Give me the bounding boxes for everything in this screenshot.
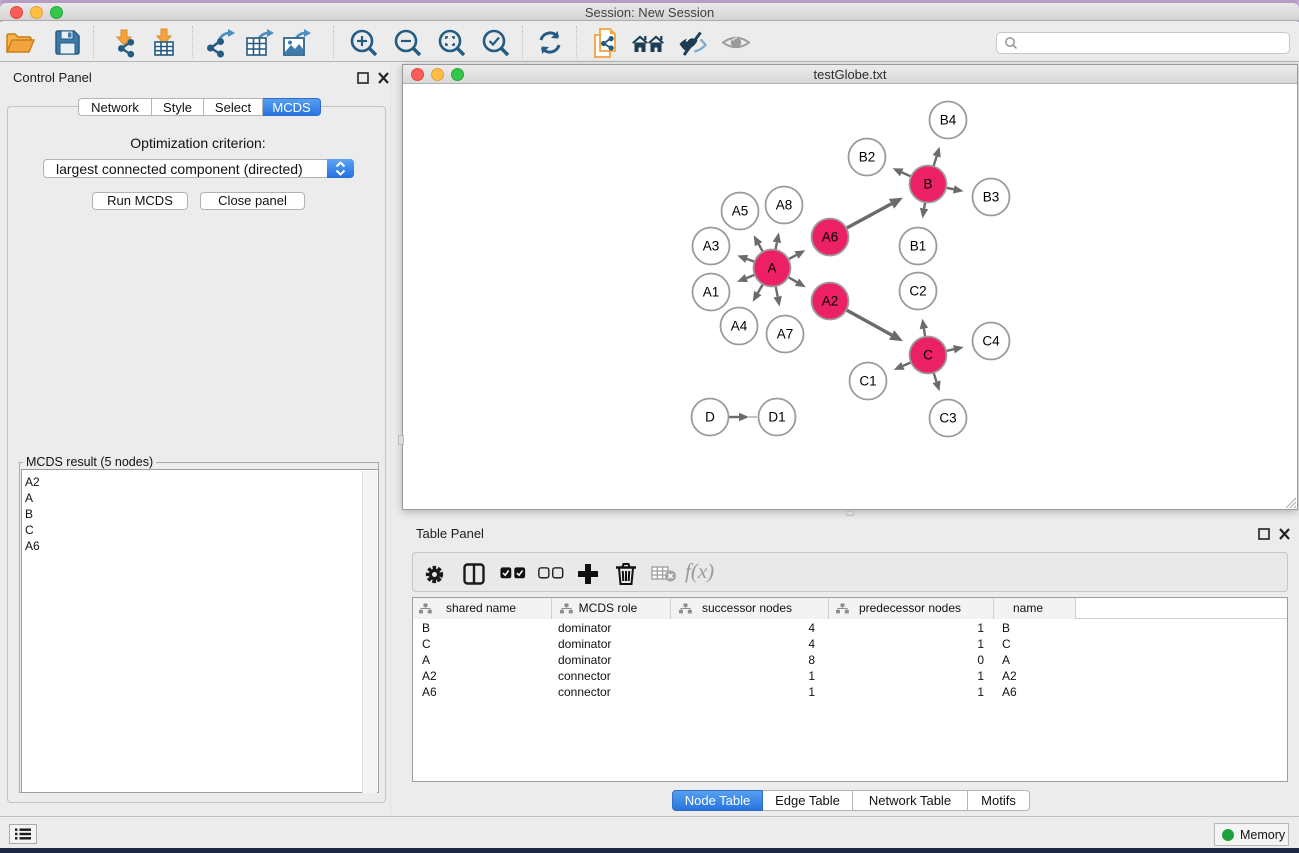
svg-text:C4: C4 (982, 334, 1000, 349)
svg-text:D1: D1 (768, 410, 785, 425)
svg-text:A: A (767, 261, 776, 276)
svg-text:B1: B1 (910, 239, 927, 254)
svg-text:B2: B2 (859, 150, 876, 165)
svg-text:C: C (923, 348, 933, 363)
svg-text:A2: A2 (822, 294, 839, 309)
svg-text:B: B (923, 177, 932, 192)
svg-text:A4: A4 (731, 319, 748, 334)
svg-text:D: D (705, 410, 715, 425)
svg-text:A3: A3 (703, 239, 720, 254)
svg-text:C1: C1 (859, 374, 876, 389)
svg-text:A8: A8 (776, 198, 793, 213)
svg-text:B3: B3 (983, 190, 1000, 205)
svg-text:A6: A6 (822, 230, 839, 245)
svg-text:A5: A5 (732, 204, 749, 219)
svg-text:A7: A7 (777, 327, 794, 342)
svg-text:C2: C2 (909, 284, 926, 299)
svg-text:A1: A1 (703, 285, 720, 300)
svg-text:C3: C3 (939, 411, 956, 426)
svg-text:B4: B4 (940, 113, 957, 128)
